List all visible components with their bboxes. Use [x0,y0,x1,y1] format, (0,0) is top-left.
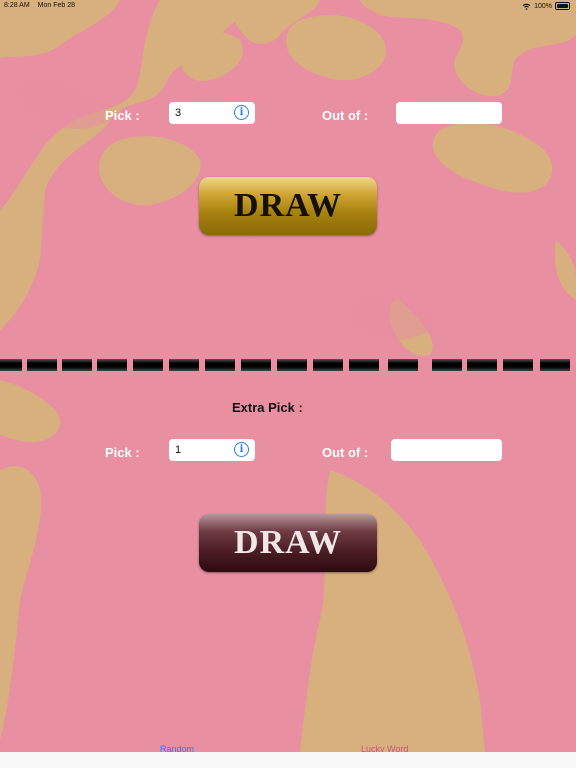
pick-input[interactable]: 3 i [169,102,255,124]
draw-button[interactable]: DRAW [199,177,377,235]
pick-input-value: 3 [175,107,182,119]
battery-percent: 100% [534,2,552,10]
status-bar: 8:28 AM Mon Feb 28 100% [0,0,576,12]
extra-pick-input[interactable]: 1 i [169,439,255,461]
extra-pick-input-value: 1 [175,444,182,456]
pick-label: Pick : [105,108,140,123]
tab-bar-bottom-strip [0,752,576,768]
wifi-icon [522,3,531,10]
status-time: 8:28 AM [4,2,30,9]
out-of-input[interactable] [396,102,502,124]
extra-pick-label: Pick : [105,445,140,460]
extra-out-of-label: Out of : [322,445,369,460]
status-date: Mon Feb 28 [37,2,75,9]
extra-draw-button[interactable]: DRAW [199,514,377,572]
extra-out-of-input[interactable] [391,439,502,461]
out-of-label: Out of : [322,108,369,123]
info-circle-icon[interactable]: i [234,442,249,457]
info-circle-icon[interactable]: i [234,105,249,120]
extra-pick-title: Extra Pick : [232,400,303,415]
battery-icon [555,2,570,10]
dashed-divider [0,359,576,373]
